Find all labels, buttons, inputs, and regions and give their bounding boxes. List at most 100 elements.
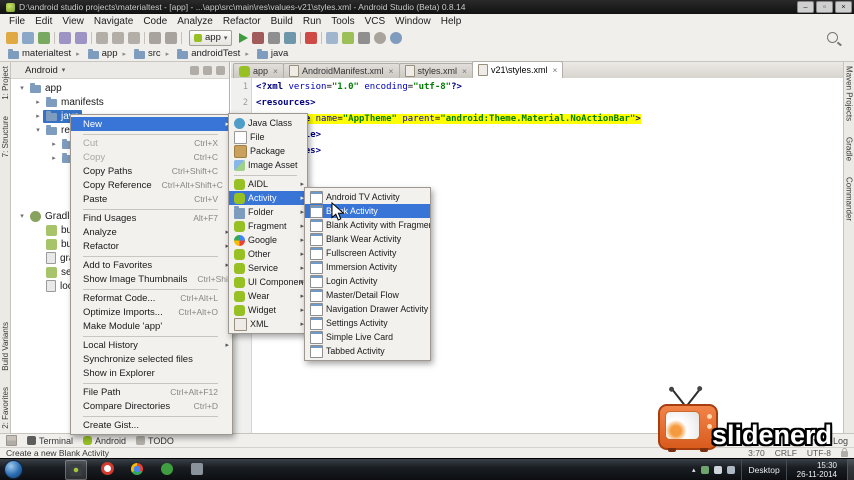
toolbar-icon[interactable] — [149, 31, 161, 44]
start-button[interactable] — [4, 460, 23, 479]
context-menu-item[interactable]: Copy Ctrl+C ▸ — [71, 150, 232, 164]
new-submenu-item[interactable]: Image Asset ▸ — [229, 158, 307, 172]
context-menu-item[interactable]: File Path Ctrl+Alt+F12 ▸ — [71, 385, 232, 399]
tray-chevron-icon[interactable]: ▴ — [692, 466, 696, 474]
new-submenu-item[interactable]: File ▸ — [229, 130, 307, 144]
editor-tab[interactable]: app × — [233, 63, 284, 78]
new-submenu-item[interactable]: Widget ▸ — [229, 303, 307, 317]
new-submenu-item[interactable]: XML ▸ — [229, 317, 307, 331]
maximize-button[interactable]: ▫ — [816, 1, 833, 13]
toolbar-icon[interactable] — [38, 31, 50, 44]
activity-submenu-item[interactable]: Blank Wear Activity ▸ — [305, 232, 430, 246]
project-view-selector[interactable]: Android — [25, 65, 58, 76]
toolbar-icon[interactable] — [239, 32, 249, 43]
toolbar-icon[interactable] — [144, 31, 145, 44]
menu-bar-item[interactable]: Refactor — [218, 14, 266, 29]
tray-icon[interactable] — [727, 465, 736, 474]
activity-submenu-item[interactable]: Simple Live Card ▸ — [305, 330, 430, 344]
toolwindow-button[interactable]: Gradle — [845, 137, 854, 161]
context-menu-item[interactable]: Show in Explorer ▸ — [71, 366, 232, 380]
context-menu-item[interactable]: Find Usages Alt+F7 ▸ — [71, 211, 232, 225]
toolwindow-button[interactable]: Maven Projects — [845, 66, 854, 121]
context-menu-item[interactable]: Copy Reference Ctrl+Alt+Shift+C ▸ — [71, 178, 232, 192]
taskbar-app-icon[interactable] — [127, 460, 147, 478]
tree-expander-icon[interactable]: ▸ — [33, 112, 43, 120]
new-submenu-item[interactable]: Fragment ▸ — [229, 219, 307, 233]
tree-row[interactable]: ▾ app — [11, 81, 229, 95]
toolbar-icon[interactable] — [300, 31, 302, 44]
context-menu-item[interactable]: Refactor ▸ — [71, 239, 232, 253]
close-tab-icon[interactable]: × — [553, 65, 558, 75]
close-button[interactable]: × — [835, 1, 852, 13]
toolbar-icon[interactable] — [54, 31, 55, 44]
toolwindow-button[interactable]: TODO — [136, 436, 174, 446]
tray-icon[interactable] — [701, 465, 710, 474]
toolbar-icon[interactable] — [321, 31, 323, 44]
toolwindow-button[interactable]: 7: Structure — [1, 116, 10, 157]
status-segment[interactable]: CRLF — [775, 448, 797, 458]
context-menu-item[interactable]: Show Image Thumbnails Ctrl+Shift+T ▸ — [71, 272, 232, 286]
menu-bar-item[interactable]: File — [4, 14, 30, 29]
taskbar-app-icon[interactable] — [187, 460, 207, 478]
context-menu-item[interactable]: Copy Paths Ctrl+Shift+C ▸ — [71, 164, 232, 178]
activity-submenu-item[interactable]: Settings Activity ▸ — [305, 316, 430, 330]
toolwindow-button[interactable]: 1: Project — [1, 66, 10, 100]
toolwindow-button[interactable]: 2: Favorites — [1, 387, 10, 429]
tree-expander-icon[interactable]: ▸ — [33, 98, 43, 106]
close-tab-icon[interactable]: × — [462, 66, 467, 76]
new-submenu-item[interactable]: Package ▸ — [229, 144, 307, 158]
menu-bar-item[interactable]: VCS — [360, 14, 391, 29]
activity-submenu-item[interactable]: Master/Detail Flow ▸ — [305, 288, 430, 302]
breadcrumb-item[interactable]: androidTest — [161, 48, 240, 59]
toolbar-icon[interactable] — [305, 31, 318, 44]
lock-icon[interactable] — [841, 448, 848, 457]
tree-expander-icon[interactable]: ▾ — [33, 126, 43, 134]
new-submenu-item[interactable]: Service ▸ — [229, 261, 307, 275]
close-tab-icon[interactable]: × — [389, 66, 394, 76]
menu-bar-item[interactable]: Help — [436, 14, 467, 29]
editor-tab[interactable]: styles.xml × — [398, 63, 473, 78]
menu-bar-item[interactable]: Navigate — [89, 14, 138, 29]
show-desktop-button[interactable] — [847, 459, 854, 480]
tree-expander-icon[interactable]: ▸ — [49, 154, 59, 162]
context-menu-item[interactable]: Paste Ctrl+V ▸ — [71, 192, 232, 206]
menu-bar-item[interactable]: Run — [298, 14, 326, 29]
activity-submenu-item[interactable]: Blank Activity ▸ — [305, 204, 430, 218]
toolbar-icon[interactable] — [326, 31, 339, 44]
status-segment[interactable]: 3:70 — [748, 448, 765, 458]
editor-tab[interactable]: v21\styles.xml × — [472, 61, 564, 78]
toolbar-icon[interactable] — [252, 31, 265, 44]
breadcrumb-item[interactable]: java — [240, 48, 288, 59]
activity-submenu-item[interactable]: Tabbed Activity ▸ — [305, 344, 430, 358]
toolbar-icon[interactable] — [96, 31, 108, 44]
toolbar-icon[interactable] — [374, 31, 387, 44]
context-menu-item[interactable]: Make Module 'app' ▸ — [71, 319, 232, 333]
taskbar-app-icon[interactable] — [157, 460, 177, 478]
toolbar-icon[interactable] — [181, 31, 182, 44]
toolbar-icon[interactable] — [59, 31, 71, 44]
toolbar-icon[interactable] — [390, 31, 403, 44]
tree-expander-icon[interactable]: ▾ — [17, 212, 27, 220]
activity-submenu-item[interactable]: Blank Activity with Fragment ▸ — [305, 218, 430, 232]
toolbar-icon[interactable] — [268, 31, 281, 44]
toolbar-icon[interactable] — [75, 31, 87, 44]
minimize-button[interactable]: – — [797, 1, 814, 13]
toolbar-icon[interactable] — [6, 31, 18, 44]
new-submenu-item[interactable]: AIDL ▸ — [229, 177, 307, 191]
context-menu-item[interactable]: Reformat Code... Ctrl+Alt+L ▸ — [71, 291, 232, 305]
breadcrumb-item[interactable]: app — [71, 48, 117, 59]
search-icon[interactable] — [827, 32, 838, 43]
context-menu-item[interactable]: Create Gist... ▸ — [71, 418, 232, 432]
toolbar-icon[interactable] — [165, 31, 177, 44]
menu-bar-item[interactable]: Edit — [30, 14, 57, 29]
taskbar-app-icon[interactable] — [65, 459, 87, 480]
new-submenu-item[interactable]: Folder ▸ — [229, 205, 307, 219]
toolwindow-button[interactable]: Terminal — [27, 436, 73, 446]
new-submenu-item[interactable]: Google ▸ — [229, 233, 307, 247]
event-log-button[interactable]: Event Log — [807, 436, 848, 446]
tree-expander-icon[interactable]: ▾ — [17, 84, 27, 92]
menu-bar-item[interactable]: Code — [138, 14, 172, 29]
context-menu-item[interactable]: Cut Ctrl+X ▸ — [71, 136, 232, 150]
new-submenu-item[interactable]: Wear ▸ — [229, 289, 307, 303]
new-submenu-item[interactable]: UI Component ▸ — [229, 275, 307, 289]
